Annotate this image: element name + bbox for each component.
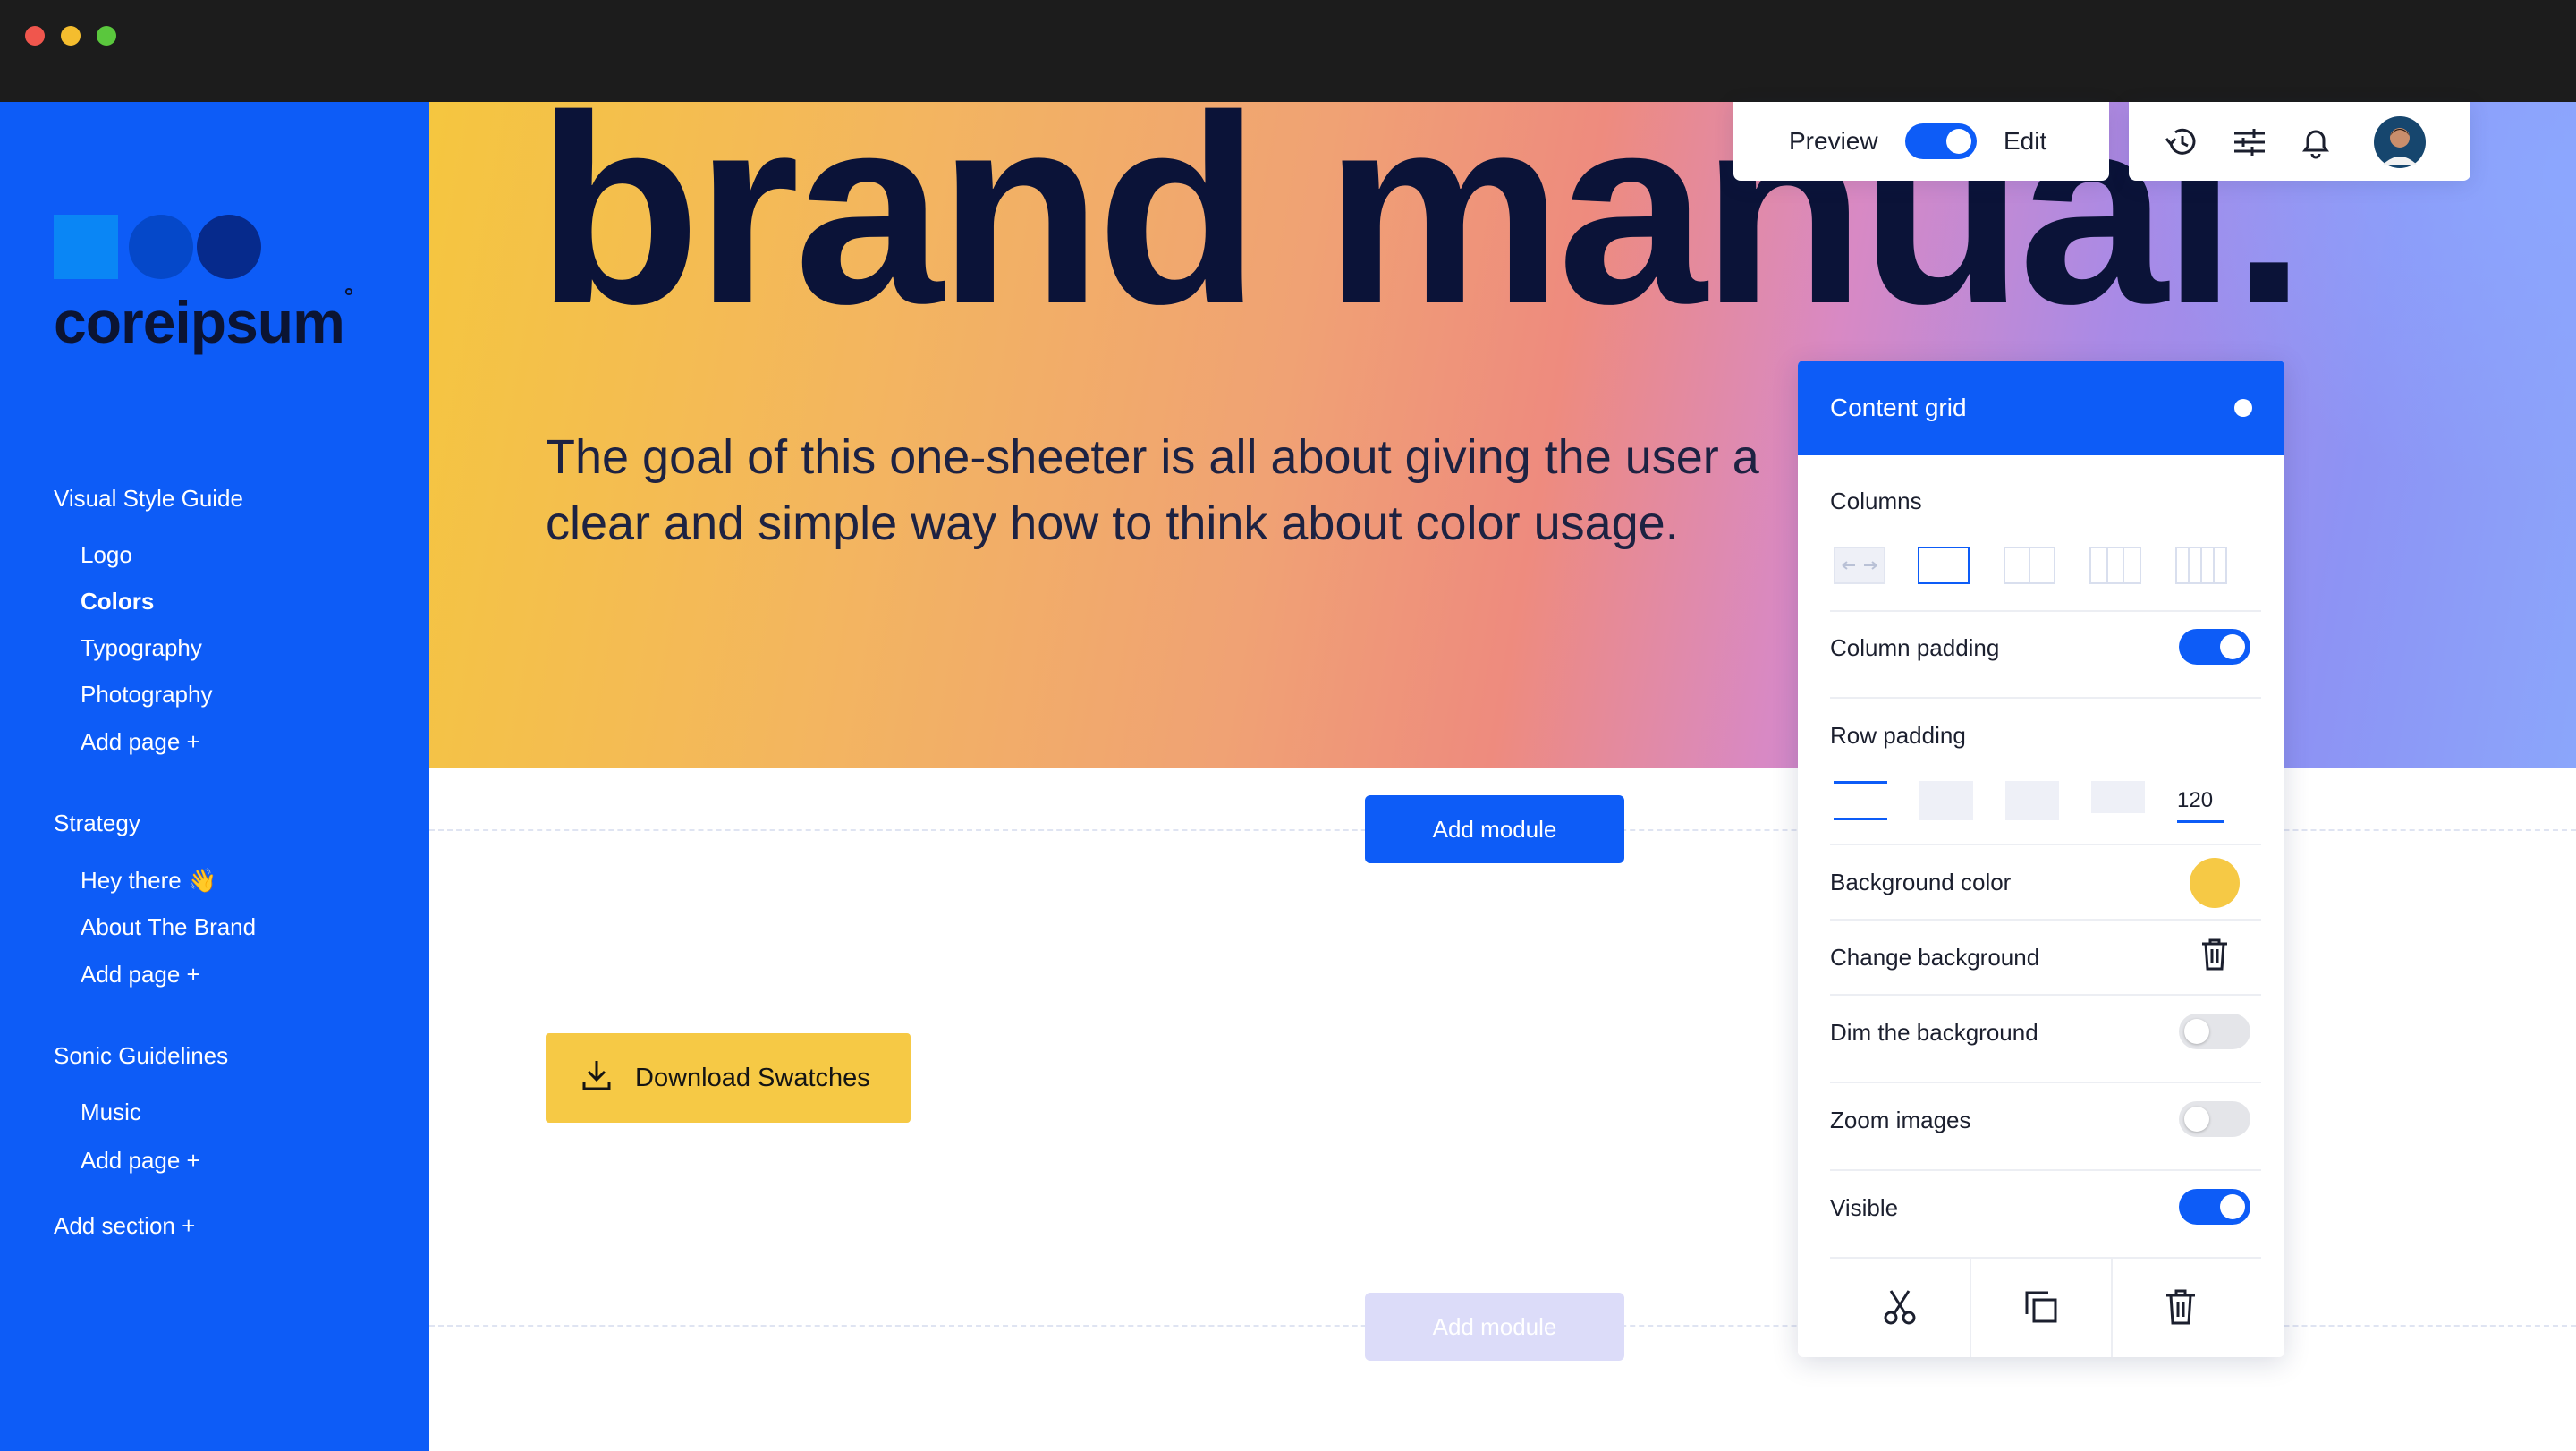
panel-divider	[1830, 844, 2261, 845]
column-option-2[interactable]	[2004, 547, 2055, 584]
scissors-icon	[1884, 1290, 1916, 1325]
change-background-label: Change background	[1830, 944, 2040, 971]
sliders-icon[interactable]	[2231, 123, 2268, 165]
hero-description: The goal of this one-sheeter is all abou…	[546, 430, 1759, 550]
panel-divider	[1830, 919, 2261, 921]
close-window-button[interactable]	[25, 26, 45, 46]
zoom-images-toggle[interactable]	[2179, 1101, 2250, 1137]
delete-button[interactable]	[2113, 1259, 2252, 1357]
brand-name: coreipsum	[54, 289, 345, 355]
row-padding-input[interactable]: 120	[2177, 781, 2224, 823]
brand-logo-text[interactable]: coreipsum°	[54, 283, 353, 356]
row-padding-label: Row padding	[1830, 722, 1966, 749]
columns-label: Columns	[1830, 488, 1922, 514]
mode-switch-card: Preview Edit	[1733, 102, 2109, 181]
minimize-window-button[interactable]	[61, 26, 80, 46]
column-option-4[interactable]	[2175, 547, 2227, 584]
bell-icon[interactable]	[2297, 123, 2334, 165]
sidebar-section-strategy[interactable]: Strategy	[54, 810, 140, 837]
toggle-knob	[2220, 634, 2245, 659]
history-icon[interactable]	[2163, 123, 2200, 165]
cut-button[interactable]	[1830, 1259, 1970, 1357]
panel-divider	[1830, 994, 2261, 996]
toggle-knob	[1946, 129, 1971, 154]
panel-divider	[1830, 1082, 2261, 1083]
visible-label: Visible	[1830, 1194, 1899, 1221]
sidebar-add-section[interactable]: Add section +	[54, 1212, 195, 1240]
row-padding-option-1[interactable]	[1834, 781, 1887, 820]
sidebar-item-music[interactable]: Music	[80, 1099, 141, 1126]
column-option-full-width[interactable]	[1834, 547, 1885, 584]
sidebar-item-about-the-brand[interactable]: About The Brand	[80, 913, 256, 941]
column-padding-label: Column padding	[1830, 634, 2000, 661]
row-padding-option-3[interactable]	[2005, 781, 2059, 820]
panel-divider	[1830, 1169, 2261, 1171]
maximize-window-button[interactable]	[97, 26, 116, 46]
sidebar-item-logo[interactable]: Logo	[80, 541, 132, 569]
sidebar-item-hey-there[interactable]: Hey there 👋	[80, 867, 216, 895]
window-titlebar	[0, 0, 2576, 102]
background-color-label: Background color	[1830, 869, 2012, 895]
sidebar-add-page[interactable]: Add page +	[80, 961, 200, 989]
toggle-knob	[2220, 1194, 2245, 1219]
panel-status-dot[interactable]	[2234, 399, 2252, 417]
brand-mark: °	[343, 283, 353, 310]
toggle-knob	[2184, 1107, 2209, 1132]
row-padding-option-4[interactable]	[2091, 781, 2145, 813]
logo-circle	[129, 215, 193, 279]
preview-edit-toggle[interactable]	[1905, 123, 1977, 159]
sidebar-item-typography[interactable]: Typography	[80, 634, 202, 662]
add-module-button[interactable]: Add module	[1365, 795, 1624, 863]
row-padding-option-2[interactable]	[1919, 781, 1973, 820]
toolbar-card	[2129, 102, 2470, 181]
panel-title: Content grid	[1830, 394, 1967, 421]
sidebar-add-page[interactable]: Add page +	[80, 1147, 200, 1175]
sidebar: coreipsum° Visual Style Guide Logo Color…	[0, 102, 429, 1451]
column-padding-toggle[interactable]	[2179, 629, 2250, 665]
trash-icon	[2166, 1289, 2195, 1325]
download-swatches-label: Download Swatches	[635, 1064, 870, 1092]
sidebar-item-photography[interactable]: Photography	[80, 681, 212, 709]
dim-background-toggle[interactable]	[2179, 1014, 2250, 1049]
logo-square	[54, 215, 118, 279]
column-option-1[interactable]	[1918, 547, 1970, 584]
background-color-swatch[interactable]	[2190, 858, 2240, 908]
copy-button[interactable]	[1971, 1259, 2111, 1357]
edit-label: Edit	[2004, 127, 2047, 155]
trash-icon[interactable]	[2199, 937, 2231, 977]
sidebar-item-colors[interactable]: Colors	[80, 588, 154, 615]
panel-header: Content grid	[1798, 361, 2284, 455]
download-swatches-button[interactable]: Download Swatches	[546, 1033, 911, 1123]
sidebar-section-visual-style-guide[interactable]: Visual Style Guide	[54, 485, 243, 513]
toggle-knob	[2184, 1019, 2209, 1044]
dim-background-label: Dim the background	[1830, 1019, 2038, 1046]
logo-circle	[197, 215, 261, 279]
avatar[interactable]	[2374, 116, 2426, 173]
sidebar-add-page[interactable]: Add page +	[80, 728, 200, 756]
add-module-button-disabled[interactable]: Add module	[1365, 1293, 1624, 1361]
content-grid-panel: Content grid Columns Column padding Row …	[1798, 361, 2284, 1357]
copy-icon	[2025, 1291, 2057, 1323]
column-option-3[interactable]	[2089, 547, 2141, 584]
zoom-images-label: Zoom images	[1830, 1107, 1971, 1133]
sidebar-section-sonic-guidelines[interactable]: Sonic Guidelines	[54, 1042, 228, 1070]
arrows-horizontal-icon	[1842, 561, 1877, 570]
visible-toggle[interactable]	[2179, 1189, 2250, 1225]
panel-divider	[1830, 610, 2261, 612]
preview-label: Preview	[1789, 127, 1878, 155]
panel-divider	[1830, 697, 2261, 699]
download-icon	[581, 1059, 612, 1096]
